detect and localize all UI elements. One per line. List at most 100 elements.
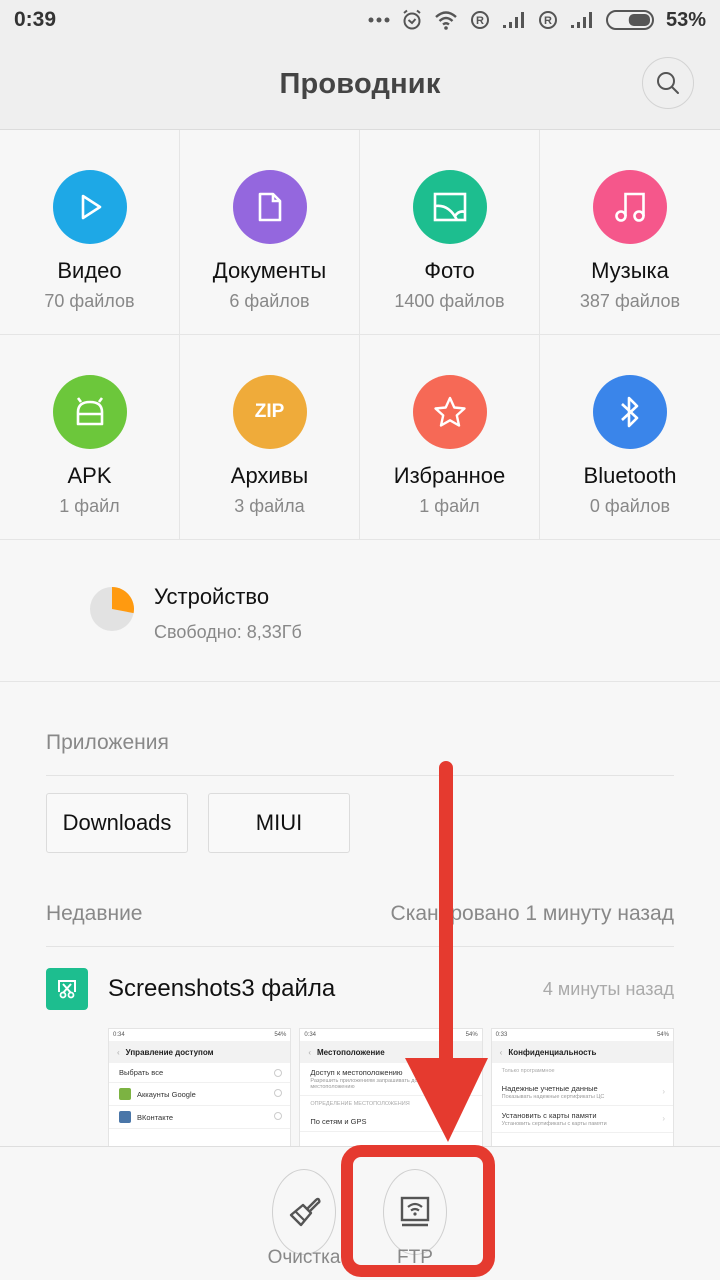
more-dots-icon [368,17,390,23]
device-storage[interactable]: Устройство Свободно: 8,33Гб [0,540,720,682]
status-bar: 0:39 R R 53% [0,0,720,40]
ftp-label: FTP [397,1247,433,1268]
category-name: Избранное [393,463,506,488]
app-icon [119,1111,131,1123]
category-bluetooth[interactable]: Bluetooth 0 файлов [540,335,720,540]
radio-icon [274,1069,283,1077]
thumb-row-text: По сетям и GPS [310,1117,367,1126]
bottom-action-bar: Очистка FTP [0,1146,720,1280]
recent-group-screenshots[interactable]: Screenshots3 файла 4 минуты назад [46,968,674,1010]
screenshot-icon-bg [46,968,88,1010]
screenshot-thumbnail[interactable]: 0:34 54% ‹ Управление доступом Выбрать все… [108,1028,292,1148]
recent-section-label: Недавние [46,902,143,925]
thumb-row: ВКонтакте [109,1106,291,1129]
cleanup-icon-circle [272,1169,336,1255]
category-icon-bg: ZIP [232,375,307,449]
battery-icon [605,10,654,30]
category-count: 70 файлов [44,291,135,311]
category-icon-bg [412,170,487,244]
category-count: 0 файлов [589,496,671,516]
alarm-icon [403,9,421,30]
category-archives[interactable]: ZIP Архивы 3 файла [180,335,360,540]
back-icon: ‹ [308,1047,311,1057]
star-icon [433,396,466,427]
device-name: Устройство [154,584,270,609]
thumb-row: Надежные учетные данные Показывать надежн… [491,1079,673,1106]
app-header: Проводник [0,40,720,130]
screenshot-thumbnail[interactable]: 0:33 54% ‹ Конфиденциальность Только прогр… [490,1028,674,1148]
app-miui-button[interactable]: MIUI [208,793,350,853]
thumb-row-text: Выбрать все [119,1068,164,1077]
thumb-caption: Только программное [501,1068,555,1074]
app-icon [119,1088,131,1100]
device-info: Устройство Свободно: 8,33Гб [154,584,302,643]
thumb-row: Аккаунты Google [109,1083,291,1106]
thumb-title: Конфиденциальность [508,1047,597,1057]
category-name: APK [67,463,112,488]
category-count: 387 файлов [579,291,681,311]
thumb-row: Выбрать все [109,1063,291,1083]
thumb-row-sub: Показывать надежные сертификаты ЦС [501,1094,605,1100]
radio-icon [274,1112,283,1120]
roaming-icon: R [538,11,557,29]
thumb-row-text: ВКонтакте [137,1112,174,1122]
category-icon-bg [52,375,127,449]
back-icon: ‹ [499,1047,503,1057]
category-photo[interactable]: Фото 1400 файлов [360,130,540,335]
app-downloads-button[interactable]: Downloads [46,793,188,853]
zip-icon: ZIP [254,401,285,422]
page-title: Проводник [279,68,441,100]
back-icon: ‹ [117,1047,120,1057]
category-music[interactable]: Музыка 387 файлов [540,130,720,335]
photo-icon [433,192,466,222]
category-icon-bg [593,170,667,244]
radio-icon [274,1089,283,1097]
thumb-battery: 54% [274,1032,287,1038]
svg-text:R: R [544,15,552,27]
roaming-icon: R [470,11,489,29]
category-documents[interactable]: Документы 6 файлов [180,130,360,335]
category-favorites[interactable]: Избранное 1 файл [360,335,540,540]
status-icons: R R 53% [368,9,706,32]
thumb-row-sub: Разрешить приложениям запрашивать доступ… [310,1078,455,1090]
category-count: 1 файл [59,496,120,516]
chevron-right-icon: › [662,1087,665,1096]
ftp-icon-circle [383,1169,447,1255]
category-name: Музыка [591,258,669,283]
recent-divider [46,946,674,947]
thumb-row: Доступ к местоположению Разрешить приложе… [300,1063,482,1096]
signal-icon [570,12,592,28]
thumb-row: Установить с карты памяти Установить серт… [491,1106,673,1133]
ftp-icon [400,1196,430,1227]
category-grid: Видео 70 файлов Документы 6 файлов Фото … [0,130,720,540]
search-icon [657,72,679,94]
screenshot-thumbnail[interactable]: 0:34 54% ‹ Местоположение Доступ к местопо… [299,1028,483,1148]
ftp-button[interactable]: FTP [371,1169,459,1269]
category-name: Фото [424,258,475,283]
document-icon [258,192,281,222]
thumb-time: 0:34 [304,1032,317,1038]
category-name: Bluetooth [583,463,677,488]
recent-group-time: 4 минуты назад [542,978,674,999]
category-count: 3 файла [234,496,305,516]
device-free-space: Свободно: 8,33Гб [154,622,302,642]
thumb-row: По сетям и GPS [300,1112,482,1132]
thumb-time: 0:33 [495,1032,508,1038]
recent-group-title: Screenshots3 файла [108,975,336,1002]
thumb-time: 0:34 [113,1032,125,1038]
thumb-status-bar: 0:34 54% [109,1029,290,1041]
category-apk[interactable]: APK 1 файл [0,335,180,540]
thumb-row-sub: Установить сертификаты с карты памяти [501,1121,607,1127]
thumb-header: ‹ Местоположение [300,1041,482,1063]
battery-percent: 53% [665,8,706,31]
search-button[interactable] [642,57,694,109]
thumb-row-text: Доступ к местоположению [310,1068,403,1077]
play-icon [81,194,101,220]
thumb-battery: 54% [465,1032,478,1038]
signal-icon [502,12,524,28]
thumb-title: Управление доступом [125,1047,214,1057]
thumb-row-text: Аккаунты Google [137,1089,196,1099]
category-count: 6 файлов [229,291,310,311]
category-video[interactable]: Видео 70 файлов [0,130,180,335]
cleanup-button[interactable]: Очистка [260,1169,348,1269]
